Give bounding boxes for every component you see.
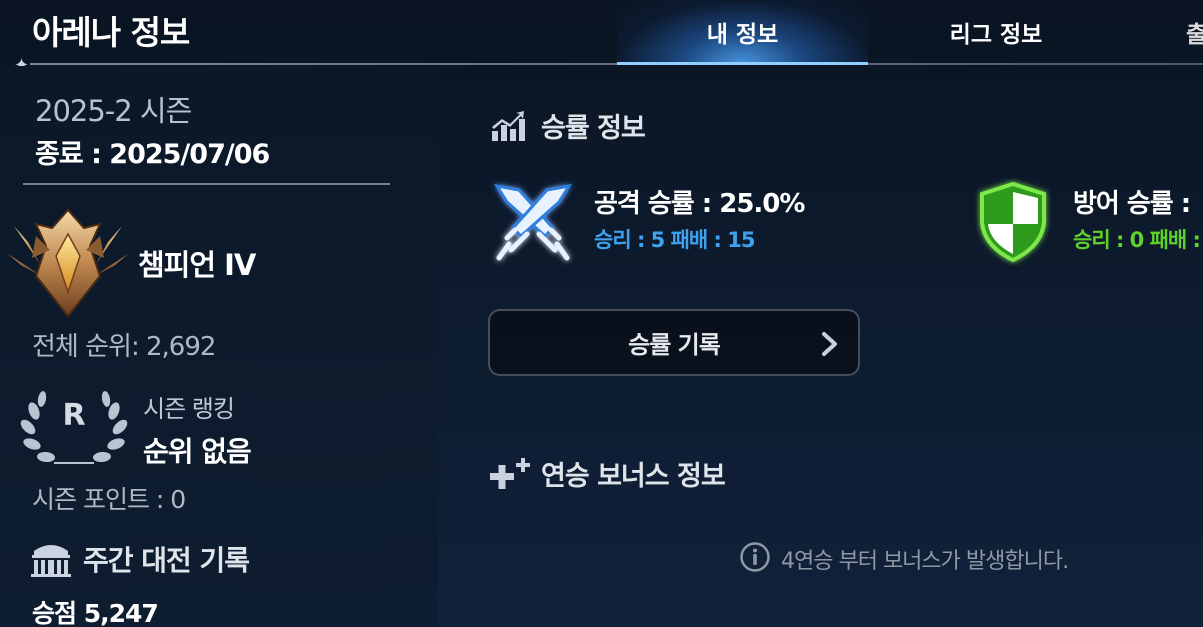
weekly-record-title: 주간 대전 기록 [83,544,250,577]
winrate-history-button[interactable]: 승률 기록 [488,309,860,376]
chart-icon [492,111,525,141]
colosseum-icon [31,545,71,577]
tab-attendance[interactable]: 출 [1186,0,1203,64]
info-icon [740,542,770,572]
attack-winrate: 공격 승률 : 25.0% [594,189,805,219]
laurel-icon: R [20,391,128,464]
chevron-right-icon [822,332,837,356]
weekly-score: 승점 5,247 [32,599,159,627]
crossed-swords-icon [493,183,573,261]
season-ranking-value: 순위 없음 [143,435,252,468]
season-panel: 2025-2 시즌 종료 : 2025/07/06 챔피언 IV 전체 순위: … [0,66,438,627]
season-end-date: 종료 : 2025/07/06 [35,139,270,170]
header: 아레나 정보 내 정보 리그 정보 출 ✦ [0,0,1203,76]
attack-record: 승리 : 5 패배 : 15 [594,228,755,252]
shield-icon [980,181,1046,263]
tier-name: 챔피언 IV [138,248,256,282]
winrate-history-label: 승률 기록 [628,331,721,359]
laurel-letter: R [62,398,85,433]
season-points: 시즌 포인트 : 0 [32,485,186,514]
active-tab-indicator [617,62,868,65]
winrate-title: 승률 정보 [541,113,646,144]
tab-league-info[interactable]: 리그 정보 [868,0,1124,64]
page-title: 아레나 정보 [32,13,190,52]
season-name: 2025-2 시즌 [35,94,192,128]
tab-my-info[interactable]: 내 정보 [617,0,868,64]
bonus-title: 연승 보너스 정보 [541,461,726,492]
total-rank: 전체 순위: 2,692 [32,332,216,362]
bonus-note: 4연승 부터 보너스가 발생합니다. [781,549,1069,574]
defense-record: 승리 : 0 패배 : [1073,228,1201,252]
champion-emblem-icon[interactable] [6,206,130,321]
season-divider [23,183,390,185]
plus-bonus-icon [490,458,530,489]
defense-winrate: 방어 승률 : [1073,189,1191,219]
season-ranking-label: 시즌 랭킹 [143,395,235,423]
